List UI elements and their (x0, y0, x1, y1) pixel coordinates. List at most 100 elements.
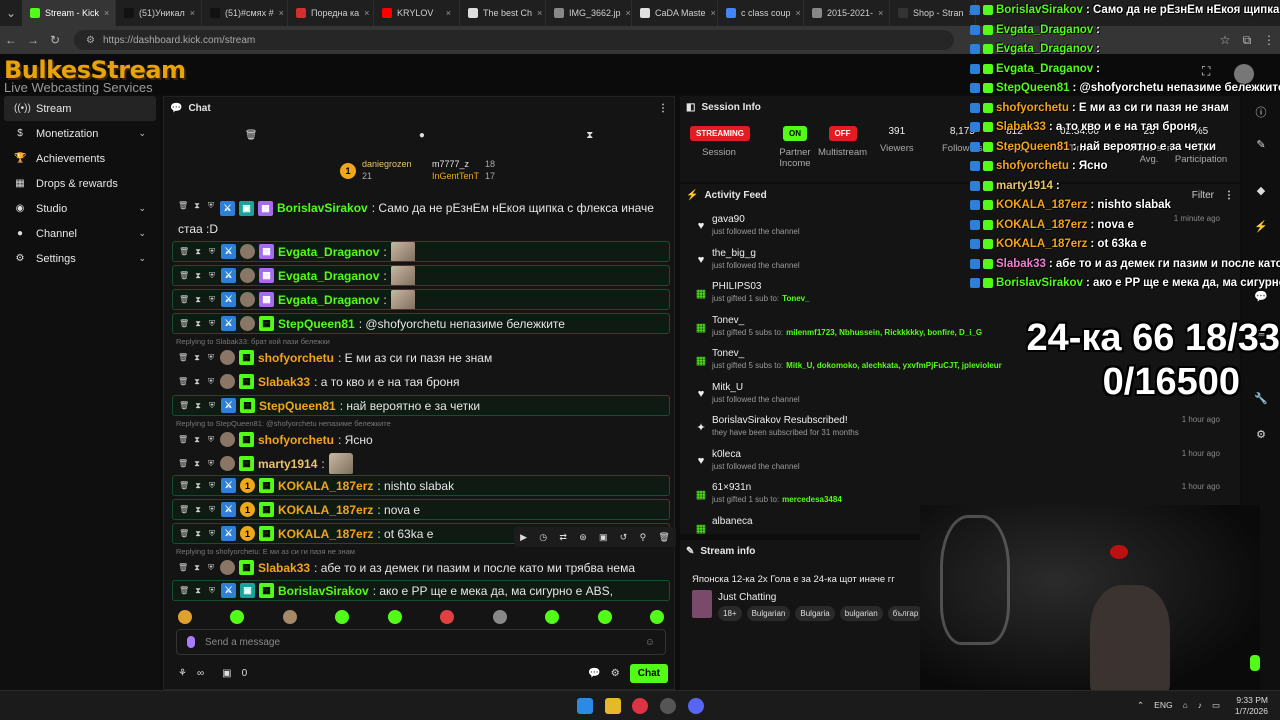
ban-icon[interactable]: ⛨ (207, 505, 217, 515)
delete-message-icon[interactable]: 🗑 (178, 435, 188, 444)
battery-icon[interactable]: ▭ (1212, 700, 1220, 711)
chat-username[interactable]: Slabak33 (258, 561, 310, 575)
chat-username[interactable]: BorislavSirakov (278, 584, 369, 598)
forward-icon[interactable]: → (22, 33, 44, 47)
ban-icon[interactable]: ⛨ (207, 247, 217, 257)
delete-message-icon[interactable]: 🗑 (179, 529, 189, 538)
leader-name[interactable]: InGentTenT (432, 171, 479, 181)
ban-icon[interactable]: ⛨ (207, 319, 217, 329)
chat-message[interactable]: 🗑 ⧗ ⛨ ⚔ ▦ StepQueen81: @shofyorchetu непазиме… (172, 313, 670, 334)
send-message-input[interactable]: Send a message ☺ (176, 629, 666, 655)
language-indicator[interactable]: ENG (1154, 700, 1172, 711)
delete-message-icon[interactable]: 🗑 (179, 319, 189, 328)
activity-user[interactable]: 61×931n (712, 482, 751, 493)
swap-icon[interactable]: ⇄ (559, 532, 567, 543)
delete-message-icon[interactable]: 🗑 (179, 271, 189, 280)
ban-icon[interactable]: ⛨ (206, 353, 216, 363)
file-explorer-icon[interactable] (605, 698, 621, 714)
sidebar-item-monetization[interactable]: $ Monetization ⌄ (4, 121, 156, 146)
emote-icon[interactable] (545, 610, 560, 624)
chat-username[interactable]: marty1914 (258, 457, 317, 471)
tab-close-icon[interactable]: × (446, 8, 451, 18)
chrome-icon[interactable] (632, 698, 648, 714)
browser-tab[interactable]: Shop - Stran× (890, 0, 976, 26)
emote-icon[interactable] (649, 610, 664, 624)
tab-close-icon[interactable]: × (878, 8, 883, 18)
timeout-icon[interactable]: ⧗ (192, 377, 202, 387)
push-pin-icon[interactable]: ⚲ (640, 532, 647, 543)
activity-user[interactable]: the_big_g (712, 248, 756, 259)
delete-message-icon[interactable]: 🗑 (179, 586, 189, 595)
activity-user[interactable]: gava90 (712, 214, 745, 225)
windows-start-icon[interactable] (577, 698, 593, 714)
ban-icon[interactable]: ⛨ (206, 201, 216, 211)
ban-icon[interactable]: ⛨ (207, 295, 217, 305)
chat-message[interactable]: 🗑 ⧗ ⛨ ▦ shofyorchetu: Е ми аз си ги пазя не … (172, 347, 670, 368)
emote-icon[interactable] (387, 610, 402, 624)
delete-message-icon[interactable]: 🗑 (178, 563, 188, 572)
volume-icon[interactable]: ♪ (1198, 700, 1202, 711)
hourglass-icon[interactable]: ⧗ (586, 130, 593, 141)
play-icon[interactable]: ▶ (520, 532, 527, 543)
copy-icon[interactable]: ▣ (599, 532, 608, 543)
tab-close-icon[interactable]: × (796, 8, 801, 18)
ban-icon[interactable]: ⛨ (206, 435, 216, 445)
tab-close-icon[interactable]: × (626, 8, 631, 18)
tray-chevron-icon[interactable]: ⌃ (1137, 700, 1144, 711)
clock-icon[interactable]: ◷ (539, 532, 547, 543)
chat-username[interactable]: StepQueen81 (259, 399, 336, 413)
delete-message-icon[interactable]: 🗑 (178, 377, 188, 386)
browser-tab[interactable]: (51)#смях # × (202, 0, 288, 26)
emoji-icon[interactable]: ☺ (645, 637, 655, 648)
chat-username[interactable]: KOKALA_187erz (278, 503, 373, 517)
obs-icon[interactable] (660, 698, 676, 714)
activity-user[interactable]: albaneca (712, 516, 753, 527)
emote-icon[interactable] (178, 610, 192, 624)
activity-item[interactable]: ✦ BorislavSirakov Resubscribed! they have … (690, 415, 1220, 445)
system-clock[interactable]: 9:33 PM 1/7/2026 (1235, 695, 1268, 717)
ban-icon[interactable]: ⛨ (206, 459, 216, 469)
chat-menu-icon[interactable]: ⋮ (658, 103, 668, 114)
chat-username[interactable]: shofyorchetu (258, 351, 334, 365)
ban-icon[interactable]: ⛨ (206, 563, 216, 573)
gear-icon[interactable]: ⚙ (611, 668, 620, 679)
chevron-down-icon[interactable]: ⌄ (138, 228, 146, 239)
mic-icon[interactable] (187, 636, 195, 648)
browser-tab[interactable]: IMG_3662.jp × (546, 0, 632, 26)
tab-close-icon[interactable]: × (190, 8, 195, 18)
ban-icon[interactable]: ⛨ (207, 586, 217, 596)
url-field[interactable]: ⚙ https://dashboard.kick.com/stream (74, 30, 954, 50)
stream-tag[interactable]: bulgarian (839, 606, 883, 621)
timeout-icon[interactable]: ⧗ (193, 505, 203, 515)
chat-message[interactable]: 🗑 ⧗ ⛨ ▦ Slabak33: а то кво и е на тая броня (172, 371, 670, 392)
points-icon[interactable]: ▣ (222, 668, 231, 679)
undo-icon[interactable]: ↺ (620, 532, 628, 543)
timeout-icon[interactable]: ⧗ (193, 247, 203, 257)
tab-close-icon[interactable]: × (104, 8, 109, 18)
chat-settings-icon[interactable]: 💬 (588, 668, 600, 679)
timeout-icon[interactable]: ⧗ (192, 563, 202, 573)
chat-username[interactable]: Evgata_Draganov (278, 269, 379, 283)
chat-username[interactable]: Evgata_Draganov (278, 245, 379, 259)
viewers-icon[interactable]: ⚘ (178, 668, 187, 679)
emote-icon[interactable] (335, 610, 350, 624)
activity-item[interactable]: ♥ k0leca just followed the channel 1 hour a… (690, 449, 1220, 479)
chat-message[interactable]: 🗑 ⧗ ⛨ ⚔ 1 ▦ KOKALA_187erz: nova e (172, 499, 670, 520)
category-name[interactable]: Just Chatting (718, 592, 776, 603)
chat-message[interactable]: 🗑 ⧗ ⛨ ⚔ ▦ Evgata_Draganov: (172, 265, 670, 286)
timeout-icon[interactable]: ⧗ (193, 586, 203, 596)
emote-icon[interactable] (282, 610, 297, 624)
sidebar-item-achievements[interactable]: 🏆 Achievements (4, 146, 156, 171)
chat-username[interactable]: BorislavSirakov (277, 201, 368, 215)
timeout-icon[interactable]: ⧗ (192, 435, 202, 445)
chat-username[interactable]: KOKALA_187erz (278, 479, 373, 493)
timeout-icon[interactable]: ⧗ (193, 401, 203, 411)
network-icon[interactable]: ⌂ (1183, 700, 1188, 711)
stream-tag[interactable]: 18+ (718, 606, 742, 621)
chat-username[interactable]: KOKALA_187erz (278, 527, 373, 541)
ban-icon[interactable]: ⛨ (207, 401, 217, 411)
delete-message-icon[interactable]: 🗑 (178, 201, 188, 210)
discord-icon[interactable] (688, 698, 704, 714)
activity-user[interactable]: PHILIPS03 (712, 281, 761, 292)
tab-close-icon[interactable]: × (711, 8, 716, 18)
